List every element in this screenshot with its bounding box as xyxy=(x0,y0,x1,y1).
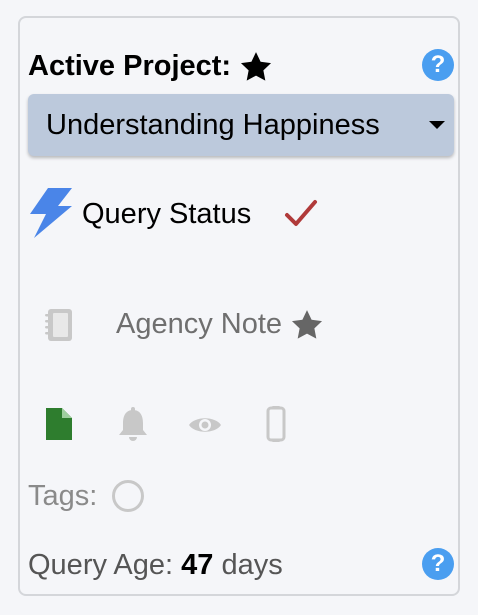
query-age-unit: days xyxy=(221,549,283,581)
active-project-label: Active Project: xyxy=(28,50,232,82)
query-age-value: 47 xyxy=(181,549,214,581)
query-status-label: Query Status xyxy=(82,198,252,230)
tags-label: Tags: xyxy=(28,480,98,512)
help-glyph: ? xyxy=(430,51,446,78)
star-icon xyxy=(239,51,273,83)
query-age-help-icon[interactable]: ? xyxy=(422,548,454,580)
project-panel: Active Project: ? Understanding Happines… xyxy=(18,16,460,596)
document-icon[interactable] xyxy=(44,406,74,447)
active-project-heading: Active Project: xyxy=(28,50,273,83)
project-select[interactable]: Understanding Happiness xyxy=(28,94,454,156)
caret-down-icon xyxy=(429,121,445,129)
project-help-icon[interactable]: ? xyxy=(422,49,454,81)
check-icon xyxy=(284,198,318,233)
query-age-label: Query Age: xyxy=(28,549,174,581)
star-icon[interactable] xyxy=(290,309,324,341)
eye-icon[interactable] xyxy=(187,414,223,441)
project-select-value: Understanding Happiness xyxy=(46,108,380,141)
help-glyph: ? xyxy=(430,550,446,577)
phone-icon[interactable] xyxy=(265,406,287,447)
notebook-icon[interactable] xyxy=(42,308,74,347)
query-age-row: Query Age: 47 days xyxy=(28,549,283,582)
bolt-icon xyxy=(26,188,74,243)
circle-icon[interactable] xyxy=(112,480,144,512)
bell-icon[interactable] xyxy=(115,406,151,447)
agency-note-label: Agency Note xyxy=(116,308,283,340)
agency-note-heading: Agency Note xyxy=(116,308,324,341)
